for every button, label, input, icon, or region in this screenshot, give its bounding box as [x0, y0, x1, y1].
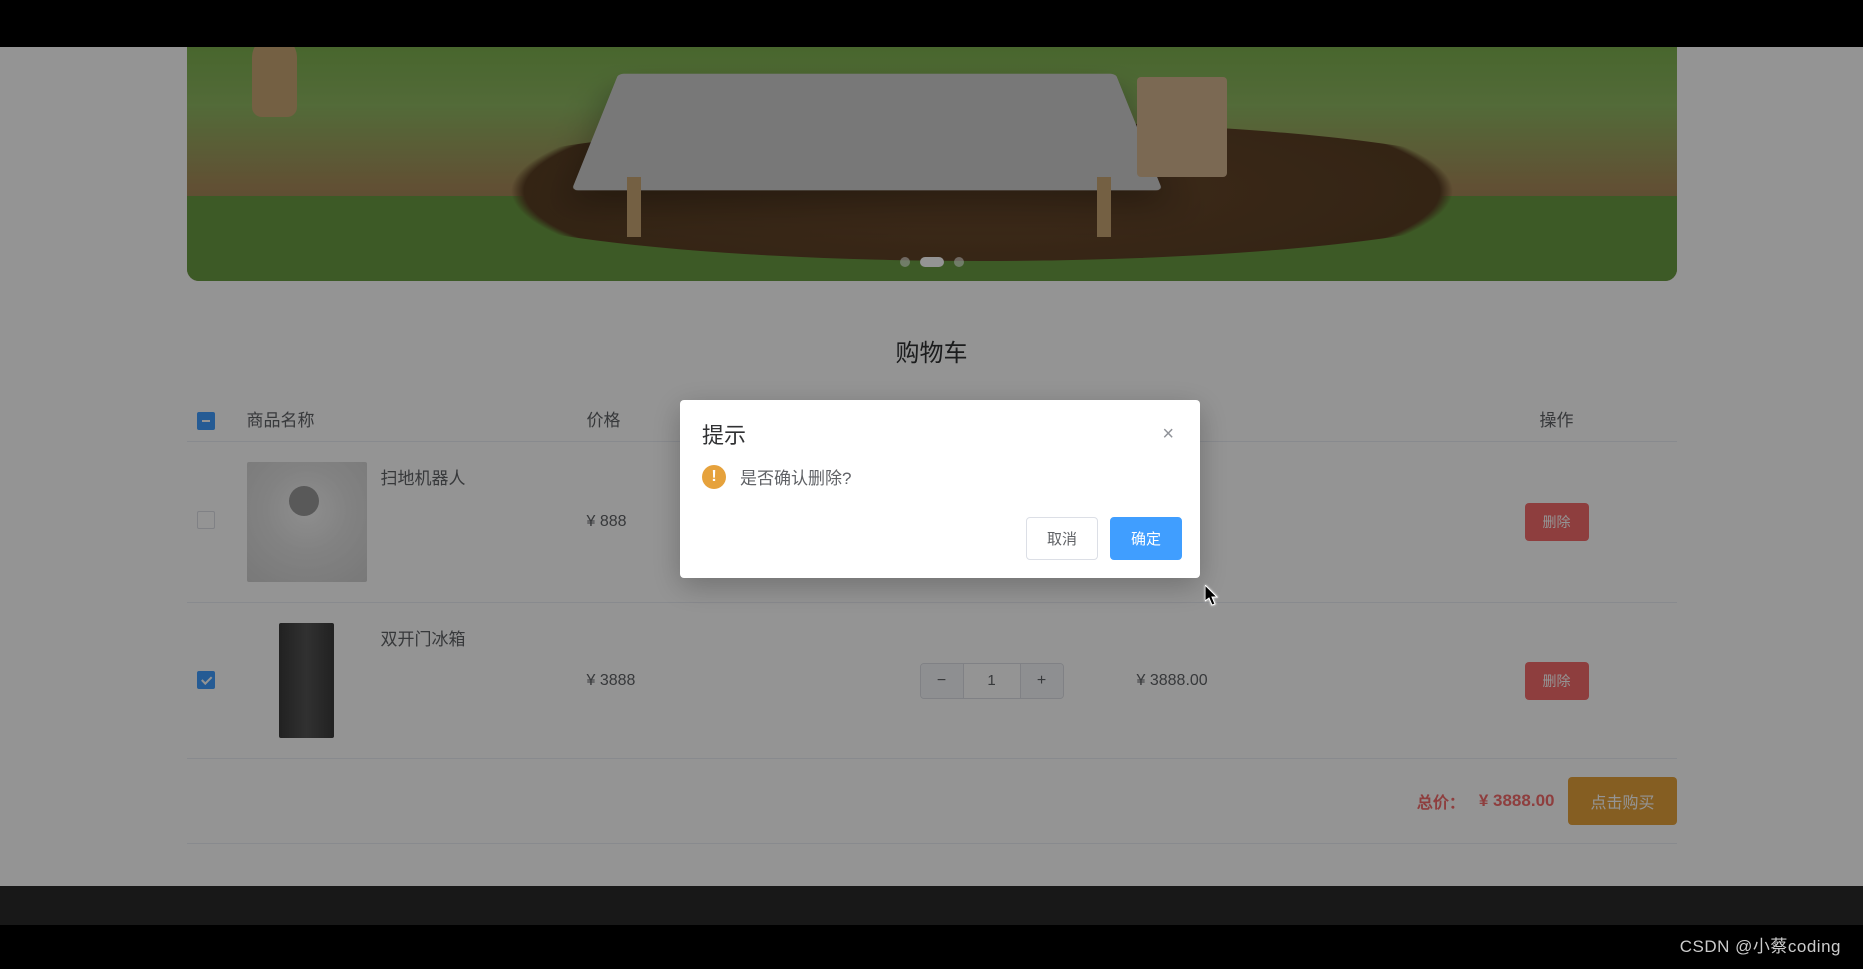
- close-icon[interactable]: ×: [1158, 421, 1178, 448]
- confirm-dialog: 提示 × ! 是否确认删除? 取消 确定: [680, 400, 1200, 578]
- warning-icon: !: [702, 465, 726, 489]
- watermark: CSDN @小蔡coding: [1680, 932, 1841, 957]
- cancel-button[interactable]: 取消: [1026, 517, 1098, 560]
- dialog-message: 是否确认删除?: [740, 464, 851, 489]
- confirm-button[interactable]: 确定: [1110, 517, 1182, 560]
- dialog-title: 提示: [702, 418, 746, 450]
